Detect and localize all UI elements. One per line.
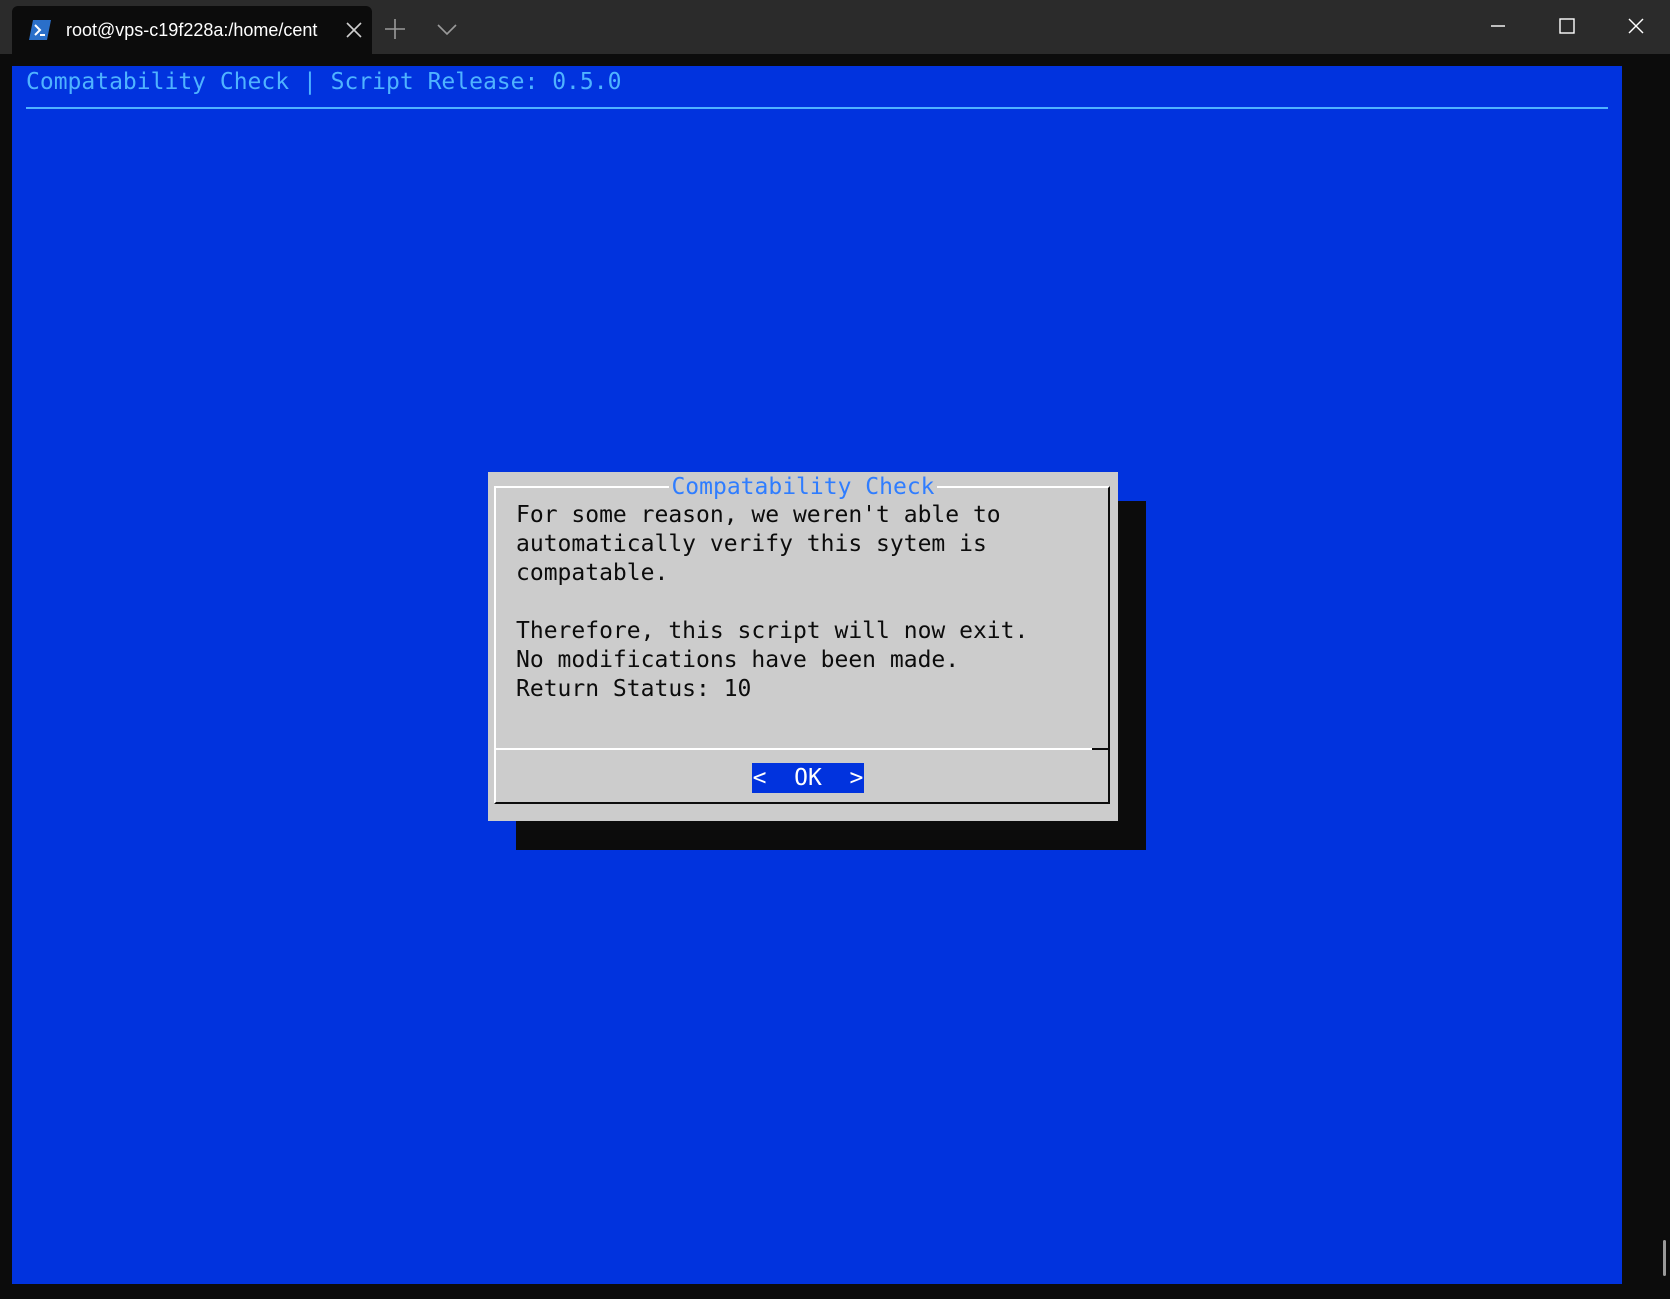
dialog-separator-corner: [1092, 748, 1110, 750]
plus-icon[interactable]: [384, 18, 406, 40]
dialog-separator: [494, 748, 1110, 750]
backtitle-divider: [26, 107, 1608, 109]
terminal-screen[interactable]: Compatability Check | Script Release: 0.…: [12, 66, 1622, 1284]
dialog-message: For some reason, we weren't able to auto…: [516, 502, 1029, 702]
message-dialog: Compatability Check For some reason, we …: [488, 472, 1118, 821]
maximize-icon[interactable]: [1555, 14, 1579, 38]
scrollbar-thumb[interactable]: [1663, 1240, 1666, 1276]
terminal-window: root@vps-c19f228a:/home/cent Compatabili…: [0, 0, 1670, 1299]
chevron-down-icon[interactable]: [436, 22, 458, 36]
close-icon[interactable]: [1624, 14, 1648, 38]
minimize-icon[interactable]: [1486, 14, 1510, 38]
scrollbar[interactable]: [1622, 66, 1670, 1284]
close-icon[interactable]: [344, 20, 364, 40]
backtitle: Compatability Check | Script Release: 0.…: [26, 69, 622, 95]
title-bar: root@vps-c19f228a:/home/cent: [0, 0, 1670, 54]
dialog-title-text: Compatability Check: [669, 474, 937, 500]
powershell-icon: [29, 20, 51, 40]
terminal-tab[interactable]: root@vps-c19f228a:/home/cent: [12, 6, 372, 54]
dialog-title: Compatability Check: [488, 471, 1118, 503]
ok-button[interactable]: < OK >: [752, 763, 864, 793]
tab-title: root@vps-c19f228a:/home/cent: [66, 20, 318, 40]
